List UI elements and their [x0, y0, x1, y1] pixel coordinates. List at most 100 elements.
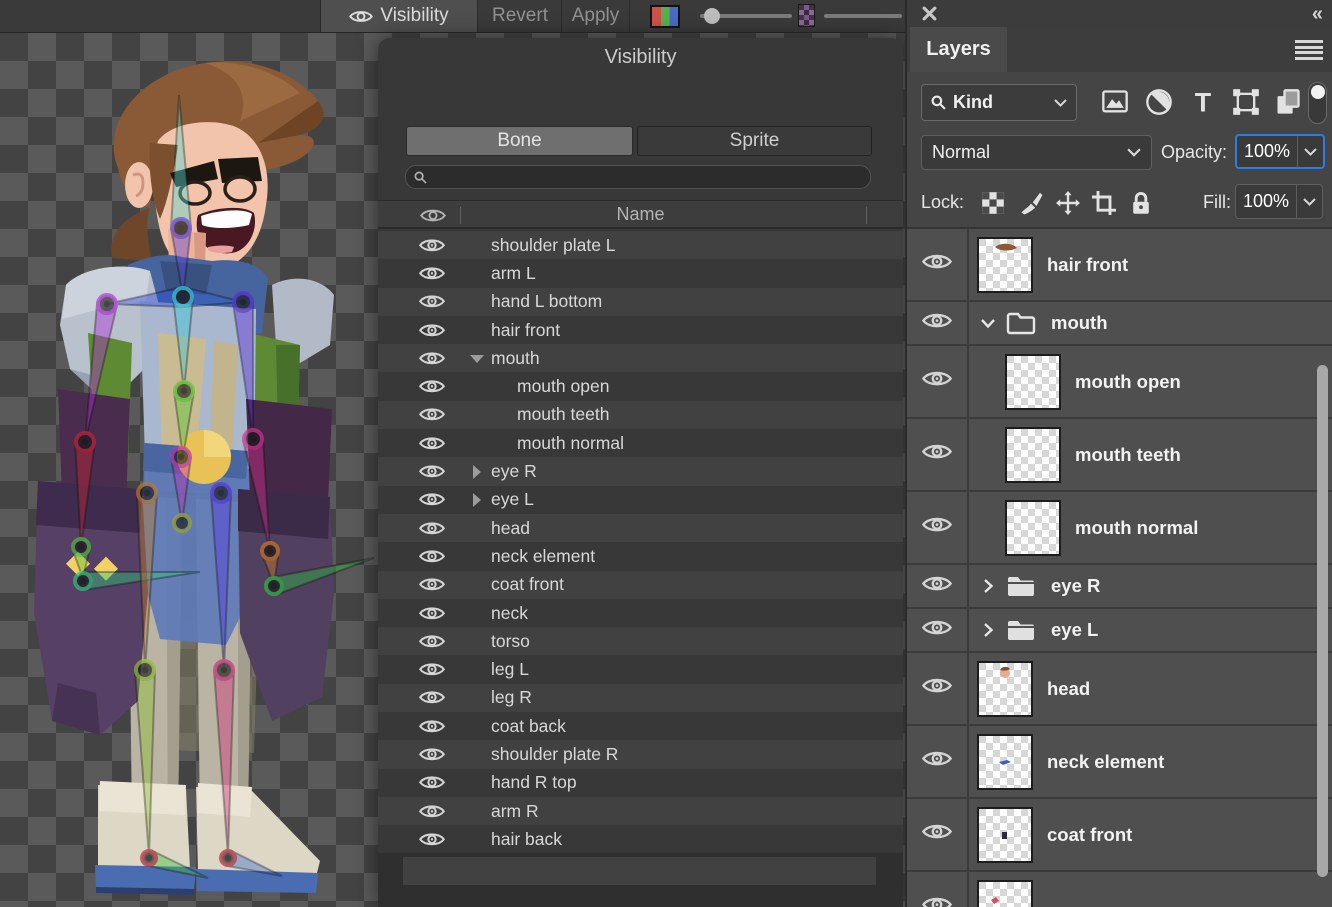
layer-eye-toggle[interactable]: [922, 442, 952, 466]
layer-thumbnail[interactable]: [977, 237, 1033, 293]
visibility-eye-toggle[interactable]: [419, 378, 445, 395]
visibility-eye-toggle[interactable]: [419, 322, 445, 339]
filter-adjustment-icon[interactable]: [1145, 88, 1173, 116]
layer-row[interactable]: mouth open: [907, 346, 1332, 419]
layer-thumbnail[interactable]: [977, 880, 1033, 907]
layer-row[interactable]: [907, 872, 1332, 907]
visibility-row[interactable]: shoulder plate R: [378, 740, 903, 768]
layer-eye-toggle[interactable]: [922, 749, 952, 773]
lock-transparency-icon[interactable]: [981, 191, 1005, 215]
revert-button[interactable]: Revert: [479, 0, 562, 32]
panel-menu-icon[interactable]: [1295, 40, 1323, 60]
filter-toggle[interactable]: [1308, 82, 1327, 124]
visibility-eye-toggle[interactable]: [419, 435, 445, 452]
visibility-row[interactable]: hand L bottom: [378, 288, 903, 316]
visibility-eye-toggle[interactable]: [419, 803, 445, 820]
lock-position-icon[interactable]: [1056, 191, 1080, 215]
visibility-row[interactable]: mouth teeth: [378, 401, 903, 429]
layer-row[interactable]: mouth normal: [907, 492, 1332, 565]
layer-row[interactable]: coat front: [907, 799, 1332, 872]
fill-field[interactable]: 100%: [1235, 184, 1323, 219]
visibility-row[interactable]: arm R: [378, 797, 903, 825]
bone-color-swatch[interactable]: [650, 5, 680, 28]
layer-eye-toggle[interactable]: [922, 252, 952, 276]
layer-row[interactable]: hair front: [907, 229, 1332, 302]
filter-smart-object-icon[interactable]: [1274, 88, 1302, 116]
visibility-eye-toggle[interactable]: [419, 463, 445, 480]
visibility-eye-toggle[interactable]: [419, 237, 445, 254]
row-expander[interactable]: [469, 493, 485, 507]
visibility-row[interactable]: hair back: [378, 825, 903, 853]
layer-row[interactable]: head: [907, 653, 1332, 726]
layer-thumbnail[interactable]: [1005, 500, 1061, 556]
sprite-preview-swatch[interactable]: [798, 4, 815, 27]
search-box[interactable]: [405, 165, 871, 189]
row-expander[interactable]: [469, 351, 485, 365]
bone-color-slider-knob[interactable]: [704, 8, 720, 24]
visibility-row[interactable]: neck: [378, 599, 903, 627]
visibility-eye-toggle[interactable]: [419, 350, 445, 367]
close-icon[interactable]: [922, 6, 937, 21]
visibility-eye-toggle[interactable]: [419, 718, 445, 735]
filter-image-icon[interactable]: [1101, 88, 1129, 116]
layer-group-row[interactable]: mouth: [907, 302, 1332, 346]
layer-eye-toggle[interactable]: [922, 369, 952, 393]
visibility-row[interactable]: eye R: [378, 457, 903, 485]
visibility-row[interactable]: shoulder plate L: [378, 231, 903, 259]
visibility-row[interactable]: coat front: [378, 571, 903, 599]
visibility-row[interactable]: leg R: [378, 684, 903, 712]
visibility-row[interactable]: coat back: [378, 712, 903, 740]
visibility-eye-toggle[interactable]: [419, 661, 445, 678]
layer-thumbnail[interactable]: [977, 734, 1033, 790]
group-expander[interactable]: [979, 314, 997, 332]
group-expander[interactable]: [979, 577, 997, 595]
layer-thumbnail[interactable]: [1005, 427, 1061, 483]
tab-bone[interactable]: Bone: [406, 126, 633, 156]
layer-eye-toggle[interactable]: [922, 676, 952, 700]
visibility-eye-toggle[interactable]: [419, 633, 445, 650]
opacity-dropdown[interactable]: [1297, 136, 1323, 167]
layer-group-row[interactable]: eye R: [907, 565, 1332, 609]
layer-eye-toggle[interactable]: [922, 895, 952, 907]
layer-eye-toggle[interactable]: [922, 311, 952, 335]
blend-mode-select[interactable]: Normal: [921, 135, 1152, 170]
visibility-eye-toggle[interactable]: [419, 576, 445, 593]
opacity-field[interactable]: 100%: [1235, 134, 1325, 169]
visibility-eye-toggle[interactable]: [419, 265, 445, 282]
tab-layers[interactable]: Layers: [910, 27, 1007, 72]
collapse-panel-icon[interactable]: «: [1312, 3, 1323, 26]
visibility-row[interactable]: mouth: [378, 344, 903, 372]
layer-row[interactable]: mouth teeth: [907, 419, 1332, 492]
visibility-eye-toggle[interactable]: [419, 746, 445, 763]
group-expander[interactable]: [979, 621, 997, 639]
tab-sprite[interactable]: Sprite: [637, 126, 872, 156]
layer-thumbnail[interactable]: [977, 661, 1033, 717]
visibility-row[interactable]: leg L: [378, 655, 903, 683]
visibility-row[interactable]: torso: [378, 627, 903, 655]
kind-filter-select[interactable]: Kind: [921, 84, 1077, 121]
visibility-row[interactable]: hair front: [378, 316, 903, 344]
visibility-eye-toggle[interactable]: [419, 774, 445, 791]
visibility-row[interactable]: eye L: [378, 486, 903, 514]
filter-type-icon[interactable]: T: [1189, 88, 1217, 116]
visibility-row[interactable]: hand R top: [378, 769, 903, 797]
visibility-eye-toggle[interactable]: [419, 605, 445, 622]
row-expander[interactable]: [469, 465, 485, 479]
layer-thumbnail[interactable]: [977, 807, 1033, 863]
layers-scrollbar-thumb[interactable]: [1317, 365, 1328, 877]
apply-button[interactable]: Apply: [562, 0, 630, 32]
lock-all-icon[interactable]: [1129, 191, 1153, 215]
lock-pixels-icon[interactable]: [1019, 191, 1043, 215]
filter-shape-icon[interactable]: [1232, 88, 1260, 116]
lock-artboard-icon[interactable]: [1092, 191, 1116, 215]
layer-eye-toggle[interactable]: [922, 515, 952, 539]
visibility-eye-toggle[interactable]: [419, 831, 445, 848]
layer-eye-toggle[interactable]: [922, 574, 952, 598]
visibility-eye-toggle[interactable]: [419, 689, 445, 706]
visibility-eye-toggle[interactable]: [419, 520, 445, 537]
layer-row[interactable]: neck element: [907, 726, 1332, 799]
visibility-row[interactable]: arm L: [378, 259, 903, 287]
search-input[interactable]: [432, 169, 832, 186]
layer-thumbnail[interactable]: [1005, 354, 1061, 410]
sprite-slider-track[interactable]: [824, 14, 902, 18]
